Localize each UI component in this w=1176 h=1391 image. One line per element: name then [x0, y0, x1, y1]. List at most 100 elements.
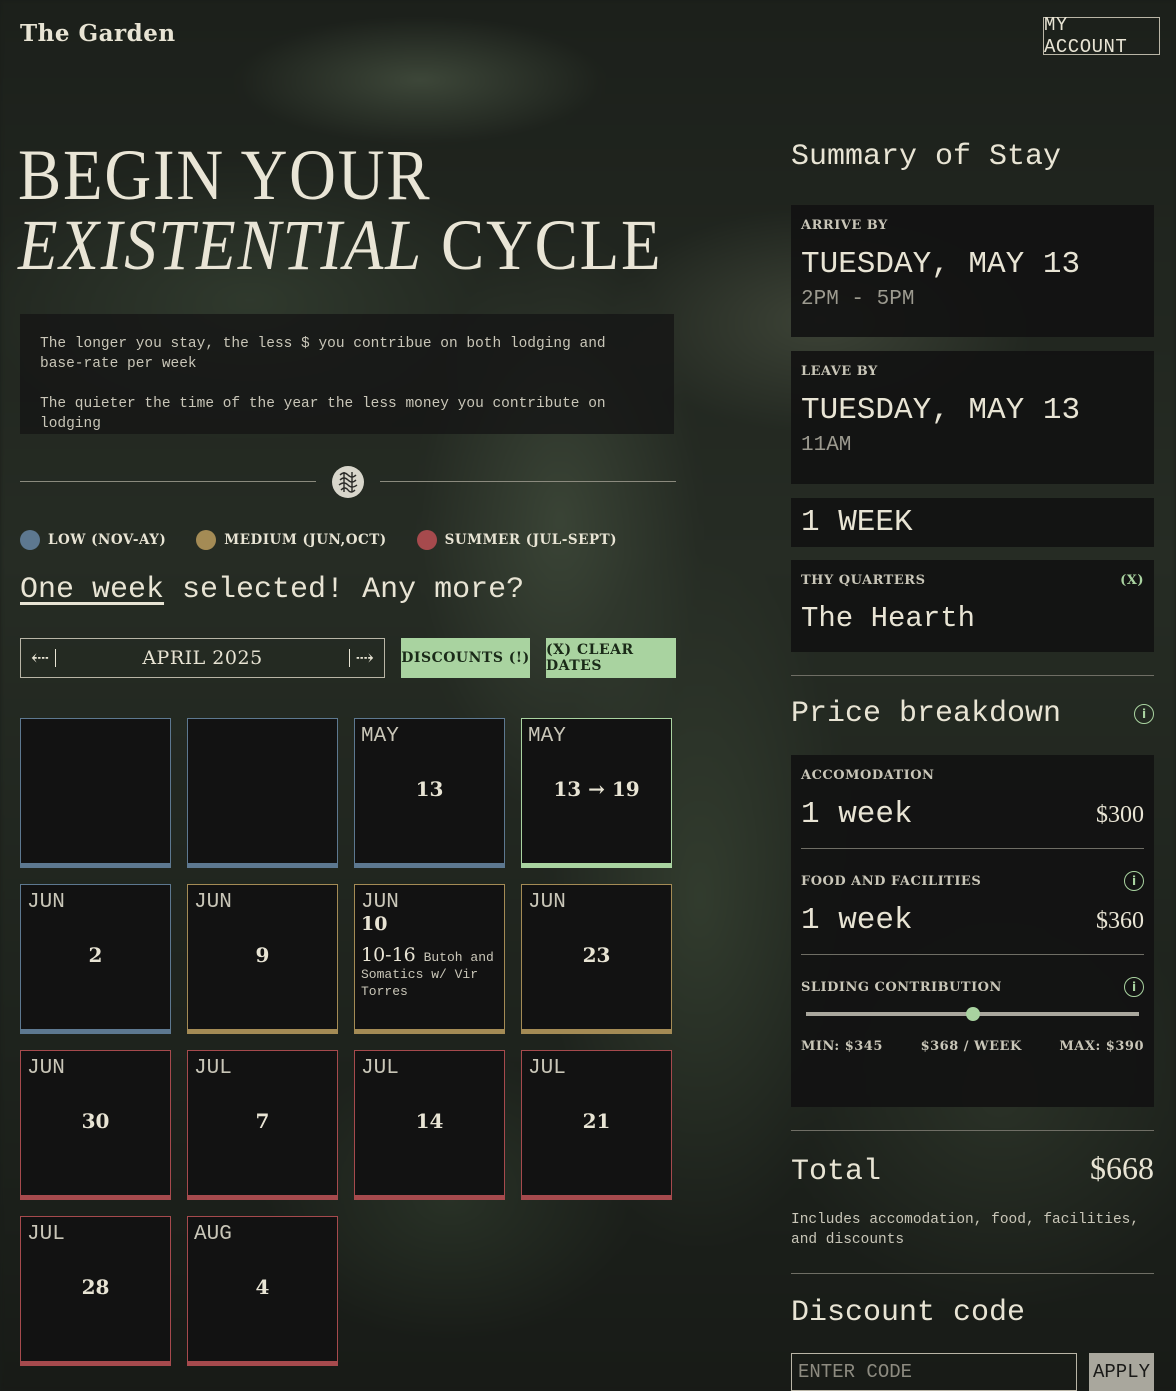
leave-label: LEAVE BY — [801, 364, 878, 379]
discount-code-input[interactable] — [791, 1353, 1077, 1391]
week-cell[interactable] — [187, 718, 338, 868]
legend-label-medium: MEDIUM (JUN,OCT) — [224, 532, 387, 548]
accom-row: 1 week $300 — [801, 797, 1144, 832]
price-card: ACCOMODATION 1 week $300 FOOD AND FACILI… — [791, 755, 1154, 1107]
week-cell-month: JUN — [361, 891, 399, 914]
week-cell-month: JUL — [361, 1057, 399, 1080]
title-line-2: EXISTENTIAL CYCLE — [18, 209, 662, 281]
food-duration: 1 week — [801, 903, 913, 938]
week-cell-day: 4 — [255, 1275, 270, 1299]
week-cell[interactable]: JUL 21 — [521, 1050, 672, 1200]
food-label: FOOD AND FACILITIES — [801, 873, 982, 889]
total-note: Includes accomodation, food, facilities,… — [791, 1212, 1140, 1248]
week-cell-month: JUL — [194, 1057, 232, 1080]
season-bar — [187, 1195, 338, 1200]
week-cell-month: JUN — [194, 891, 232, 914]
season-bar — [521, 1195, 672, 1200]
current-month-label: APRIL 2025 — [142, 647, 263, 669]
season-legend: LOW (NOV-AY) MEDIUM (JUN,OCT) SUMMER (JU… — [20, 530, 647, 550]
week-cell-day: 13 — [415, 777, 444, 801]
next-month-button[interactable]: ⇢ — [348, 645, 374, 671]
week-cell-day: 2 — [88, 943, 103, 967]
section-divider — [791, 1273, 1154, 1274]
week-cell-month: JUN — [528, 891, 566, 914]
legend-dot-summer — [416, 530, 437, 550]
food-price: $360 — [1096, 908, 1144, 934]
season-bar — [354, 1029, 505, 1034]
week-cell-event[interactable]: 10-16 Butoh and Somatics w/ Vir Torres — [361, 946, 498, 1000]
accom-duration: 1 week — [801, 797, 913, 832]
price-divider-2 — [801, 954, 1144, 955]
duration-card: 1 WEEK — [791, 498, 1154, 547]
divider-left — [20, 481, 316, 482]
week-cell-month: JUL — [528, 1057, 566, 1080]
season-bar — [521, 863, 672, 868]
slider-thumb[interactable] — [965, 1007, 980, 1021]
week-cell-day: 10 — [361, 913, 388, 935]
legend-medium: MEDIUM (JUN,OCT) — [196, 530, 386, 550]
total-value: $668 — [1090, 1150, 1154, 1186]
slider-current-label: $368 / WEEK — [920, 1039, 1022, 1054]
accom-label: ACCOMODATION — [801, 768, 935, 783]
brand-logo[interactable]: The Garden — [20, 20, 176, 47]
week-cell-day: 30 — [81, 1109, 110, 1133]
slider-max-label: MAX: $390 — [1059, 1039, 1144, 1054]
season-bar — [354, 1195, 505, 1200]
week-cell[interactable]: JUN 10 10-16 Butoh and Somatics w/ Vir Tor… — [354, 884, 505, 1034]
info-icon[interactable]: i — [1124, 871, 1144, 891]
week-cell-day: 21 — [582, 1109, 611, 1133]
sliding-slider[interactable] — [801, 997, 1144, 1031]
season-bar — [20, 1029, 171, 1034]
title-italic-word: EXISTENTIAL — [18, 205, 424, 285]
week-cell-month: MAY — [361, 725, 399, 748]
leave-card: LEAVE BY TUESDAY, MAY 13 11AM — [791, 351, 1154, 484]
season-bar — [20, 863, 171, 868]
week-cell-day: 23 — [582, 943, 611, 967]
total-label: Total — [791, 1155, 882, 1189]
food-row: 1 week $360 — [801, 903, 1144, 938]
apply-button[interactable]: APPLY — [1089, 1353, 1154, 1391]
week-cell[interactable]: JUL 14 — [354, 1050, 505, 1200]
week-cell-month: AUG — [194, 1223, 232, 1246]
week-cell-day: 7 — [255, 1109, 270, 1133]
week-cell[interactable]: JUN 9 — [187, 884, 338, 1034]
info-paragraph-2: The quieter the time of the year the les… — [40, 396, 606, 432]
week-cell[interactable]: JUL 7 — [187, 1050, 338, 1200]
clear-dates-button[interactable]: (X) CLEAR DATES — [546, 638, 676, 678]
month-navigator: ⇠ APRIL 2025 ⇢ — [20, 638, 385, 678]
arrow-right-icon: ⇢ — [355, 645, 374, 671]
week-cell-month: JUN — [27, 891, 65, 914]
prev-month-button[interactable]: ⇠ — [31, 645, 57, 671]
sliding-header: SLIDING CONTRIBUTION i — [801, 977, 1144, 997]
week-cell[interactable]: JUN 30 — [20, 1050, 171, 1200]
season-bar — [521, 1029, 672, 1034]
week-cell[interactable]: JUN 2 — [20, 884, 171, 1034]
arrow-left-icon: ⇠ — [31, 645, 50, 671]
selection-underlined[interactable]: One week — [20, 573, 164, 607]
price-divider-1 — [801, 848, 1144, 849]
week-cell[interactable]: MAY 13 — [354, 718, 505, 868]
discounts-button[interactable]: DISCOUNTS (!) — [401, 638, 530, 678]
week-cell[interactable]: AUG 4 — [187, 1216, 338, 1366]
leave-date: TUESDAY, MAY 13 — [801, 393, 1081, 428]
week-cell[interactable]: JUL 28 — [20, 1216, 171, 1366]
summary-title: Summary of Stay — [791, 140, 1062, 174]
my-account-button[interactable]: MY ACCOUNT — [1043, 14, 1160, 58]
season-bar — [354, 863, 505, 868]
week-cell[interactable]: JUN 23 — [521, 884, 672, 1034]
info-icon[interactable]: i — [1124, 977, 1144, 997]
week-cell[interactable]: MAY 13 → 19 — [521, 718, 672, 868]
info-icon[interactable]: i — [1134, 704, 1154, 724]
emblem-icon — [332, 466, 364, 498]
legend-dot-medium — [196, 530, 217, 550]
duration-value: 1 WEEK — [801, 505, 913, 540]
week-cell-month: JUN — [27, 1057, 65, 1080]
nav-separator-right — [348, 649, 350, 667]
legend-low: LOW (NOV-AY) — [20, 530, 166, 550]
arrive-date: TUESDAY, MAY 13 — [801, 247, 1081, 282]
week-cell-day: 9 — [255, 943, 270, 967]
quarters-clear-button[interactable]: (X) — [1120, 573, 1144, 588]
title-last-word: CYCLE — [441, 205, 663, 285]
week-cell[interactable] — [20, 718, 171, 868]
page-title: BEGIN YOUR EXISTENTIAL CYCLE — [18, 139, 662, 281]
